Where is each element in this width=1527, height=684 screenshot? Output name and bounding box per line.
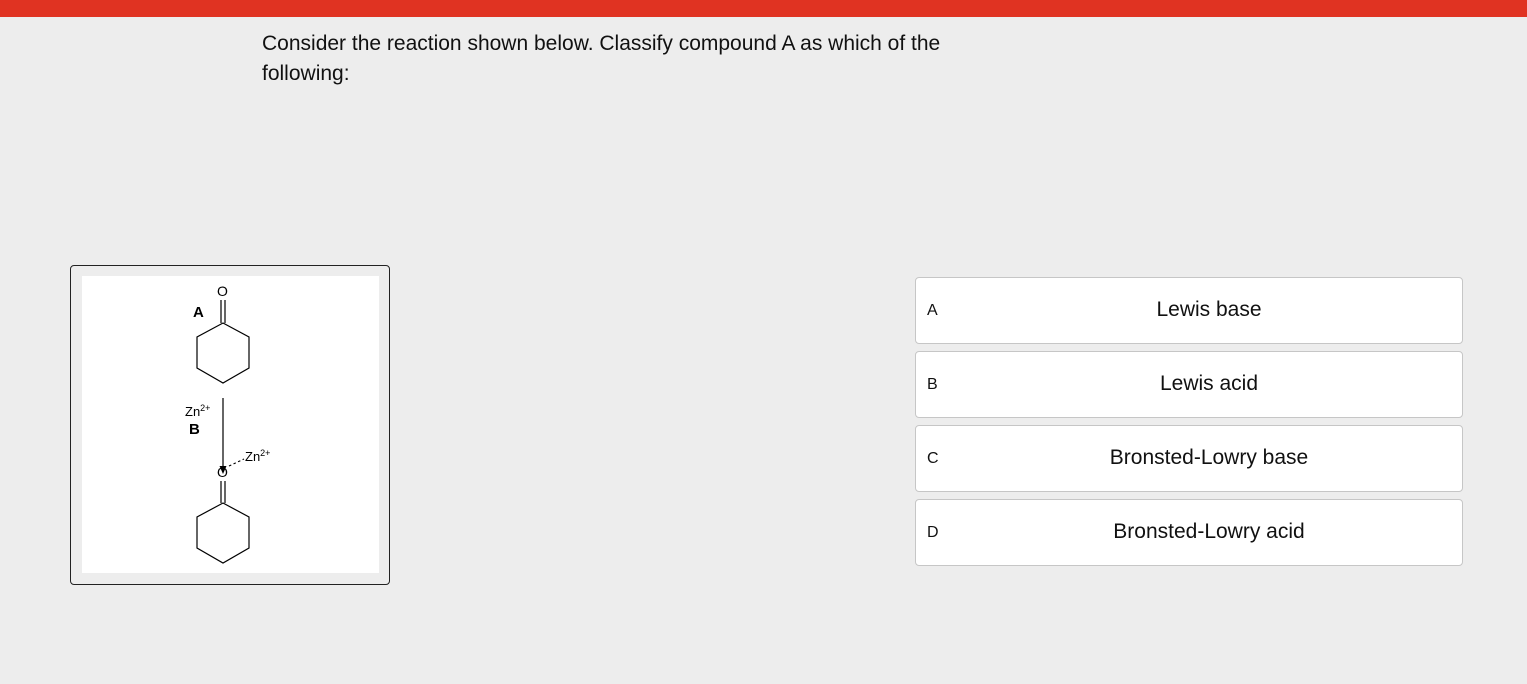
choice-letter: A: [927, 302, 938, 319]
choice-text: Lewis acid: [1159, 372, 1259, 395]
carbonyl-double-bond-bottom: [220, 481, 226, 503]
choice-a-button[interactable]: A Lewis base: [915, 277, 1463, 344]
top-oxygen-label: O: [217, 283, 228, 299]
coordination-dashed-bond: [228, 458, 245, 467]
question-text: Consider the reaction shown below. Class…: [262, 32, 941, 85]
bottom-oxygen-label: O: [217, 464, 228, 480]
reagent-label: Zn2+: [185, 403, 210, 419]
complex-metal-label: Zn2+: [245, 448, 270, 464]
compound-b-label: B: [189, 421, 200, 438]
choice-d-button[interactable]: D Bronsted-Lowry acid: [915, 499, 1463, 566]
choice-text: Bronsted-Lowry base: [1109, 446, 1309, 469]
reaction-figure: A O Zn2+ B O Zn2+: [70, 265, 390, 585]
compound-a-label: A: [193, 304, 204, 321]
choice-text: Lewis base: [1156, 298, 1262, 321]
choice-text: Bronsted-Lowry acid: [1113, 520, 1305, 543]
carbonyl-double-bond-top: [220, 300, 226, 323]
reaction-scheme: A O Zn2+ B O Zn2+: [185, 283, 270, 564]
choice-c-button[interactable]: C Bronsted-Lowry base: [915, 425, 1463, 492]
choice-letter: B: [927, 376, 938, 393]
choice-letter: C: [927, 450, 939, 467]
cyclohexane-ring-top: [196, 322, 250, 384]
choice-letter: D: [927, 524, 939, 541]
top-accent-bar: [0, 0, 1527, 17]
choice-b-button[interactable]: B Lewis acid: [915, 351, 1463, 418]
cyclohexane-ring-bottom: [196, 502, 250, 564]
reaction-figure-canvas: A O Zn2+ B O Zn2+: [82, 276, 379, 573]
